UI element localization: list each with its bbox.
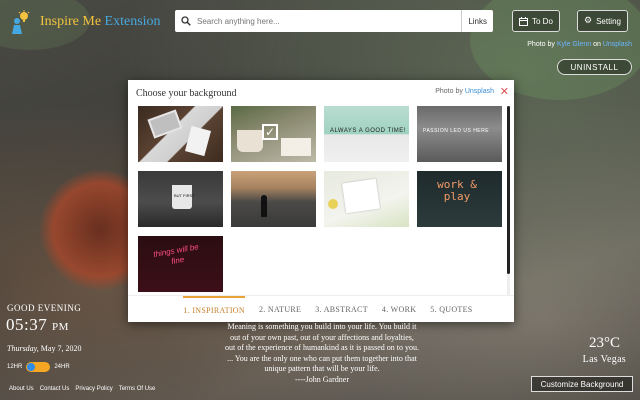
terms-of-use-link[interactable]: Terms Of Use [119, 386, 156, 392]
thumb-road-person[interactable] [231, 171, 316, 227]
thumb-coffee-cup[interactable]: ✓ [231, 106, 316, 162]
modal-photo-credit: Photo by Unsplash [435, 88, 494, 95]
weather-city: Las Vegas [582, 354, 626, 365]
format-24-label: 24HR [54, 364, 70, 370]
tab-inspiration[interactable]: 1. INSPIRATION [183, 295, 245, 323]
thumb-text-always: ALWAYS A GOOD TIME! [330, 128, 406, 134]
unsplash-link[interactable]: Unsplash [603, 41, 632, 48]
thumbnail-scrollbar[interactable] [507, 106, 510, 296]
tab-abstract[interactable]: 3. ABSTRACT [315, 296, 368, 323]
scrollbar-thumb[interactable] [507, 106, 510, 274]
thumb-always-a-good-time[interactable]: ALWAYS A GOOD TIME! [324, 106, 409, 162]
time-format-toggle[interactable] [26, 362, 51, 372]
thumbnail-grid[interactable]: ✓ ALWAYS A GOOD TIME! PASSION LED US HER… [136, 106, 510, 296]
search-icon[interactable] [175, 10, 197, 32]
modal-title: Choose your background [136, 88, 237, 99]
thumb-text-but-first: BUT FIRST [174, 193, 195, 198]
setting-button[interactable]: ⚙ Setting [577, 10, 628, 32]
person-lightbulb-icon [12, 10, 30, 34]
about-us-link[interactable]: About Us [9, 386, 34, 392]
links-button[interactable]: Links [461, 10, 493, 32]
uninstall-button[interactable]: UNINSTALL [557, 59, 632, 75]
photographer-link[interactable]: Kyle Glenn [557, 41, 591, 48]
search-bar: Links [175, 10, 493, 32]
quote-author: ----John Gardner [295, 375, 349, 384]
greeting: GOOD EVENING [7, 303, 82, 313]
format-12-label: 12HR [7, 364, 23, 370]
thumb-text-neon: things will be fine [152, 242, 200, 266]
thumb-neon-sign[interactable]: things will be fine [138, 236, 223, 292]
search-input[interactable] [197, 10, 462, 32]
close-icon[interactable]: ✕ [500, 86, 509, 98]
todo-label: To Do [532, 16, 553, 26]
thumb-passion-led-us-here[interactable]: PASSION LED US HERE [417, 106, 502, 162]
quote-text: Meaning is something you build into your… [225, 322, 419, 373]
category-tabs: 1. INSPIRATION 2. NATURE 3. ABSTRACT 4. … [128, 295, 514, 322]
thumb-work-and-play[interactable]: work & play [417, 171, 502, 227]
todo-button[interactable]: To Do [512, 10, 560, 32]
customize-background-button[interactable]: Customize Background [531, 376, 633, 392]
background-chooser-modal: Choose your background Photo by Unsplash… [128, 80, 514, 322]
selected-check-icon: ✓ [262, 124, 278, 140]
calendar-icon [519, 16, 528, 26]
tab-nature[interactable]: 2. NATURE [259, 296, 301, 323]
modal-unsplash-link[interactable]: Unsplash [465, 88, 494, 95]
clock-time: 05:37 PM [6, 315, 69, 334]
thumb-but-first-mug[interactable]: BUT FIRST [138, 171, 223, 227]
app-logo[interactable]: Inspire Me Extension [10, 10, 161, 34]
weather-temperature: 23°C [588, 335, 620, 351]
toggle-knob [27, 363, 36, 371]
footer-links: About Us Contact Us Privacy Policy Terms… [9, 386, 155, 392]
tab-quotes[interactable]: 5. QUOTES [430, 296, 472, 323]
setting-label: Setting [596, 16, 621, 26]
thumb-text-passion: PASSION LED US HERE [423, 128, 490, 134]
thumb-text-work-play: work & play [437, 178, 477, 203]
thumb-laptop-desk[interactable] [138, 106, 223, 162]
gear-icon: ⚙ [584, 16, 593, 26]
privacy-policy-link[interactable]: Privacy Policy [75, 386, 112, 392]
photo-credit: Photo by Kyle Glenn on Unsplash [527, 41, 632, 48]
date: Thursday, May 7, 2020 [7, 344, 82, 353]
time-format-toggle-row: 12HR 24HR [7, 362, 70, 372]
thumb-writing-flowers[interactable] [324, 171, 409, 227]
app-title: Inspire Me Extension [40, 14, 161, 29]
contact-us-link[interactable]: Contact Us [40, 386, 70, 392]
tab-work[interactable]: 4. WORK [382, 296, 416, 323]
